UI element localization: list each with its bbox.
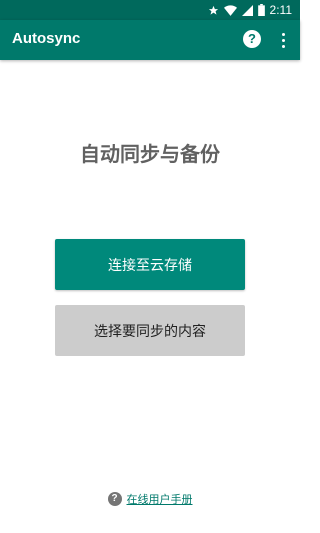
status-time: 2:11 bbox=[269, 3, 292, 17]
battery-icon bbox=[257, 4, 265, 16]
app-bar: Autosync ? bbox=[0, 20, 300, 60]
signal-icon bbox=[241, 4, 253, 16]
page-title: 自动同步与备份 bbox=[80, 142, 220, 166]
connect-cloud-button-label: 连接至云存储 bbox=[108, 257, 192, 274]
select-sync-content-button[interactable]: 选择要同步的内容 bbox=[55, 305, 245, 356]
connect-cloud-button[interactable]: 连接至云存储 bbox=[55, 239, 245, 290]
overflow-menu-icon[interactable] bbox=[276, 30, 290, 50]
wifi-icon bbox=[223, 4, 237, 16]
app-title: Autosync bbox=[12, 30, 81, 47]
status-bar: 2:11 bbox=[0, 0, 300, 20]
select-sync-content-button-label: 选择要同步的内容 bbox=[94, 323, 206, 340]
star-icon bbox=[208, 5, 218, 15]
overflow-dot bbox=[281, 32, 285, 36]
online-manual-label[interactable]: 在线用户手册 bbox=[127, 491, 193, 507]
help-icon[interactable]: ? bbox=[243, 30, 261, 48]
overflow-dot bbox=[281, 38, 285, 42]
help-circle-icon: ? bbox=[107, 492, 122, 506]
online-manual-link[interactable]: ? 在线用户手册 bbox=[0, 491, 300, 507]
overflow-dot bbox=[281, 44, 285, 48]
status-icons: 2:11 bbox=[208, 3, 292, 17]
